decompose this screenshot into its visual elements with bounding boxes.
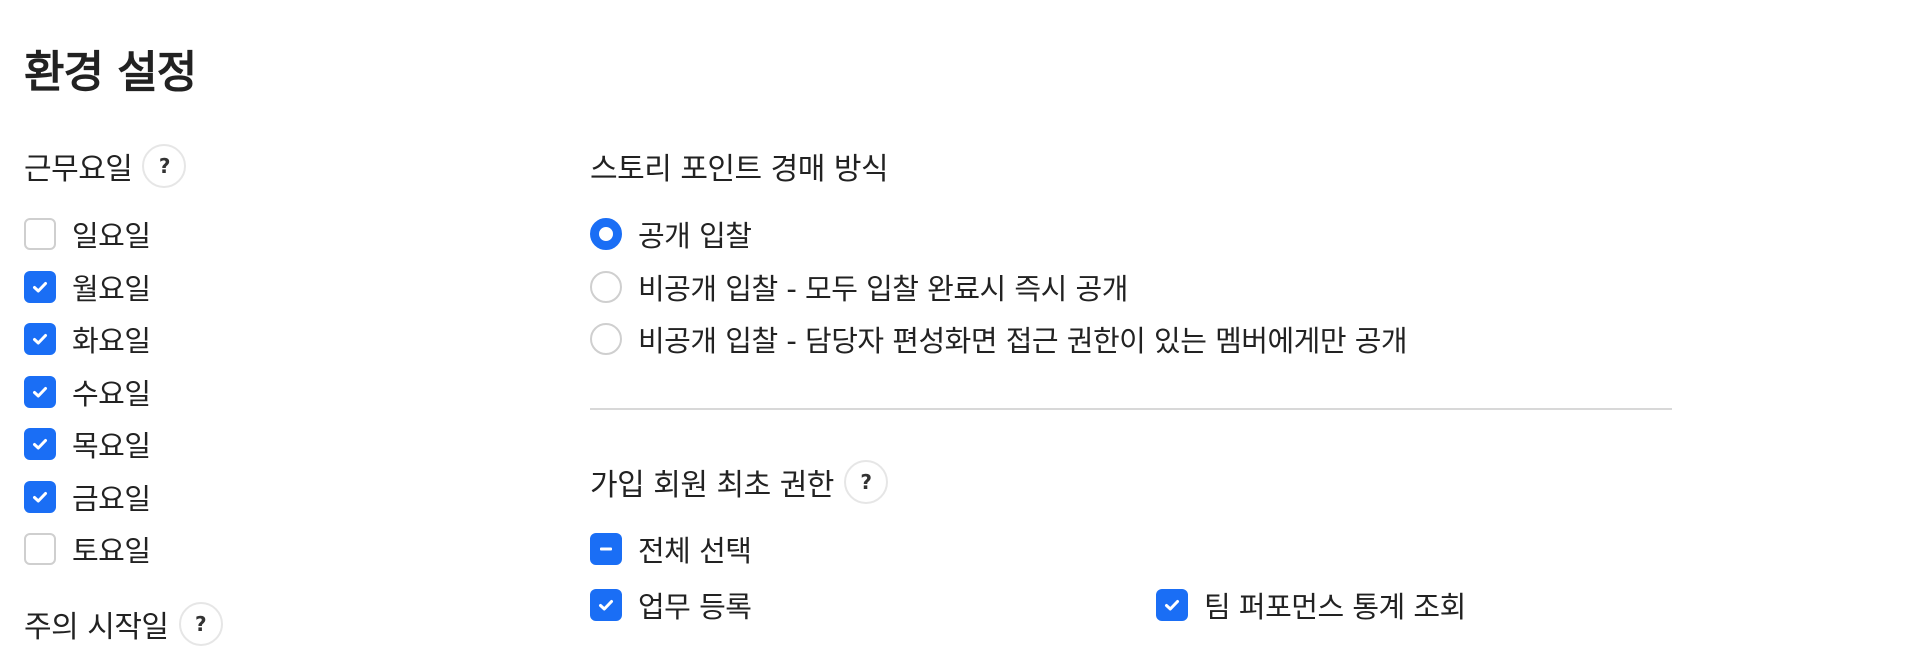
workday-option[interactable]: 화요일 [24, 318, 151, 360]
auction-option-label: 비공개 입찰 - 담당자 편성화면 접근 권한이 있는 멤버에게만 공개 [638, 324, 1408, 358]
check-icon [33, 386, 47, 397]
permission-option[interactable]: 업무 등록 [590, 584, 752, 626]
workday-option[interactable]: 일요일 [24, 213, 151, 255]
permission-select-all[interactable]: 전체 선택 [590, 528, 752, 570]
auction-radio[interactable] [590, 270, 622, 303]
workday-label: 화요일 [72, 324, 151, 358]
auction-section-title: 스토리 포인트 경매 방식 [590, 144, 889, 188]
check-icon [33, 439, 47, 450]
week-start-help-icon[interactable]: ? [178, 602, 223, 646]
permission-label: 팀 퍼포먼스 통계 조회 [1204, 590, 1466, 624]
select-all-label: 전체 선택 [638, 534, 752, 568]
auction-radio[interactable] [590, 323, 622, 355]
minus-icon [600, 547, 612, 551]
workday-label: 목요일 [72, 429, 151, 463]
week-start-label: 주의 시작일 [24, 610, 169, 645]
auction-option-label: 비공개 입찰 - 모두 입찰 완료시 즉시 공개 [638, 271, 1128, 306]
section-divider [590, 408, 1672, 410]
select-all-checkbox[interactable] [590, 533, 622, 565]
workday-option[interactable]: 금요일 [24, 476, 151, 518]
workday-checkbox[interactable] [24, 323, 56, 355]
auction-option[interactable]: 비공개 입찰 - 담당자 편성화면 접근 권한이 있는 멤버에게만 공개 [590, 318, 1408, 360]
permission-option[interactable]: 팀 퍼포먼스 통계 조회 [1156, 584, 1466, 626]
auction-option[interactable]: 비공개 입찰 - 모두 입찰 완료시 즉시 공개 [590, 266, 1128, 308]
permissions-section-title: 가입 회원 최초 권한 ? [590, 460, 888, 504]
workday-label: 월요일 [72, 271, 151, 306]
workdays-section-title: 근무요일 ? [24, 144, 187, 188]
workday-checkbox[interactable] [24, 270, 56, 303]
page-title: 환경 설정 [24, 47, 197, 98]
workday-label: 일요일 [72, 219, 151, 253]
permission-checkbox[interactable] [1156, 589, 1188, 621]
workday-option[interactable]: 토요일 [24, 528, 151, 570]
workday-label: 토요일 [72, 534, 151, 568]
permission-checkbox[interactable] [590, 589, 622, 621]
permissions-label: 가입 회원 최초 권한 [590, 468, 834, 503]
workday-checkbox[interactable] [24, 218, 56, 250]
check-icon [33, 334, 47, 345]
auction-radio[interactable] [590, 218, 622, 250]
permissions-help-icon[interactable]: ? [843, 460, 888, 504]
workday-option[interactable]: 목요일 [24, 423, 151, 465]
workday-option[interactable]: 월요일 [24, 266, 151, 308]
auction-option[interactable]: 공개 입찰 [590, 213, 752, 255]
auction-option-label: 공개 입찰 [638, 219, 752, 253]
workdays-help-icon[interactable]: ? [142, 144, 187, 188]
auction-label: 스토리 포인트 경매 방식 [590, 152, 889, 187]
permission-label: 업무 등록 [638, 590, 752, 624]
workdays-label: 근무요일 [24, 152, 133, 187]
workday-checkbox[interactable] [24, 428, 56, 460]
check-icon [33, 491, 47, 502]
workday-label: 금요일 [72, 481, 151, 516]
workday-option[interactable]: 수요일 [24, 371, 151, 413]
week-start-section-title: 주의 시작일 ? [24, 602, 223, 646]
check-icon [599, 600, 613, 611]
workday-checkbox[interactable] [24, 480, 56, 513]
workday-label: 수요일 [72, 376, 151, 411]
workday-checkbox[interactable] [24, 533, 56, 565]
check-icon [1165, 600, 1179, 611]
check-icon [33, 281, 47, 292]
workday-checkbox[interactable] [24, 375, 56, 408]
